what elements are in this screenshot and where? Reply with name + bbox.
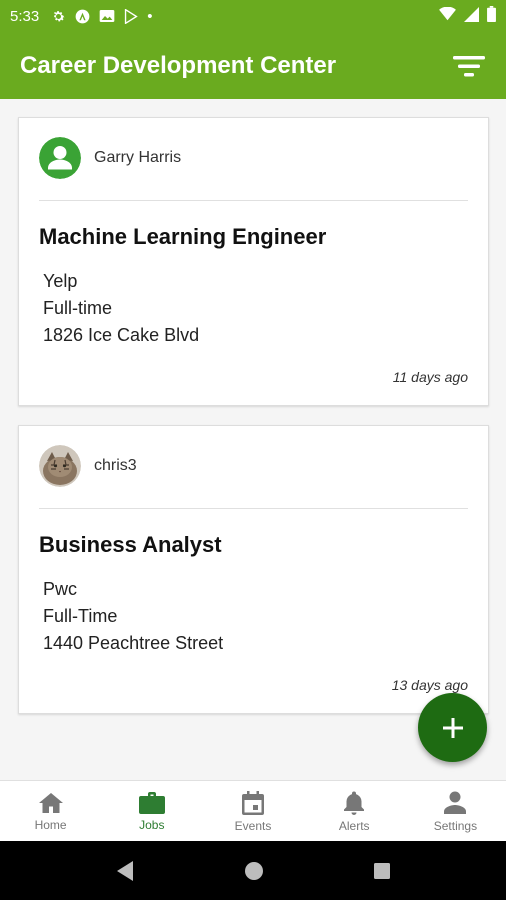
- status-time: 5:33: [10, 7, 40, 25]
- wifi-icon: [439, 6, 456, 25]
- author-name: Garry Harris: [94, 149, 182, 166]
- nav-label-events: Events: [234, 818, 272, 833]
- nav-label-settings: Settings: [433, 818, 478, 833]
- calendar-icon: [242, 790, 264, 815]
- photo-icon: [99, 9, 115, 23]
- nav-label-home: Home: [34, 817, 67, 832]
- job-type: Full-time: [43, 298, 113, 318]
- play-store-icon: [124, 8, 138, 24]
- nav-item-alerts[interactable]: Alerts: [304, 781, 405, 841]
- system-navigation-bar: [0, 841, 506, 900]
- nav-item-events[interactable]: Events: [202, 781, 303, 841]
- app-a-icon: [75, 9, 90, 24]
- home-icon: [38, 792, 63, 813]
- add-job-button[interactable]: [418, 693, 487, 762]
- job-card[interactable]: Garry Harris Machine Learning Engineer Y…: [18, 117, 489, 406]
- author-name: chris3: [94, 457, 137, 474]
- job-title: Machine Learning Engineer: [39, 224, 327, 249]
- person-icon: [444, 791, 467, 814]
- briefcase-icon: [138, 791, 165, 814]
- status-bar: 5:33 •: [0, 0, 506, 32]
- nav-item-settings[interactable]: Settings: [405, 781, 506, 841]
- app-bar: Career Development Center: [0, 32, 506, 99]
- job-address: 1440 Peachtree Street: [43, 633, 224, 653]
- nav-item-jobs[interactable]: Jobs: [101, 781, 202, 841]
- job-type: Full-Time: [43, 606, 118, 626]
- nav-label-alerts: Alerts: [338, 818, 370, 833]
- job-details: Pwc Full-Time 1440 Peachtree Street: [43, 576, 223, 657]
- job-title: Business Analyst: [39, 532, 222, 557]
- job-company: Pwc: [43, 579, 78, 599]
- posted-time: 11 days ago: [392, 369, 468, 385]
- job-address: 1826 Ice Cake Blvd: [43, 325, 200, 345]
- back-icon[interactable]: [115, 860, 135, 882]
- card-divider: [39, 508, 468, 509]
- filter-list-icon[interactable]: [452, 49, 486, 83]
- posted-time: 13 days ago: [391, 677, 468, 693]
- job-author[interactable]: chris3: [39, 444, 137, 488]
- job-company: Yelp: [43, 271, 78, 291]
- plus-icon: [442, 717, 463, 738]
- cat-photo-avatar: [39, 445, 81, 487]
- job-details: Yelp Full-time 1826 Ice Cake Blvd: [43, 268, 199, 349]
- nav-item-home[interactable]: Home: [0, 781, 101, 841]
- bell-icon: [344, 791, 365, 815]
- job-card[interactable]: chris3 Business Analyst Pwc Full-Time 14…: [18, 425, 489, 714]
- card-divider: [39, 200, 468, 201]
- home-circle-icon[interactable]: [244, 861, 264, 881]
- status-dot: •: [147, 7, 153, 25]
- settings-gear-icon: [51, 9, 66, 24]
- recents-icon[interactable]: [373, 862, 391, 880]
- signal-icon: [464, 6, 479, 26]
- bottom-navigation: Home Jobs Events Alerts Settings: [0, 780, 506, 841]
- app-title: Career Development Center: [20, 51, 337, 79]
- default-user-avatar-icon: [39, 137, 81, 179]
- job-author[interactable]: Garry Harris: [39, 136, 181, 180]
- battery-icon: [487, 6, 496, 26]
- nav-label-jobs: Jobs: [139, 817, 165, 832]
